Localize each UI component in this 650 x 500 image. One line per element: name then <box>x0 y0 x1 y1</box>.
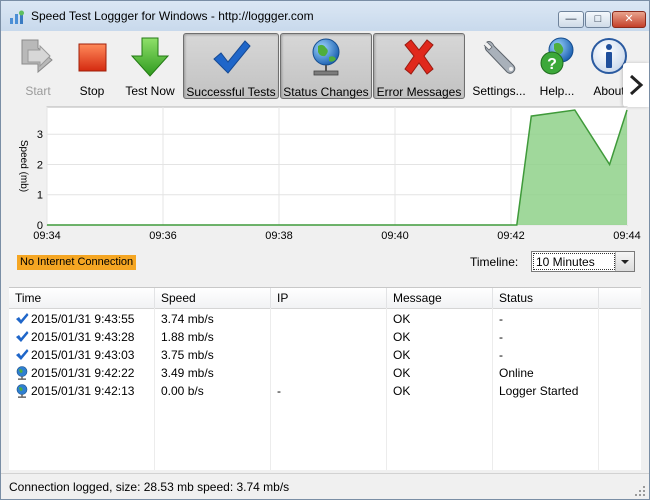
timeline-selected-value: 10 Minutes <box>533 253 615 270</box>
stop-button[interactable]: Stop <box>67 33 117 99</box>
wrench-icon <box>483 41 516 74</box>
check-icon <box>16 313 29 324</box>
successful-tests-label: Successful Tests <box>186 85 276 99</box>
status-bar: Connection logged, size: 28.53 mb speed:… <box>1 473 649 499</box>
cell-speed: 3.49 mb/s <box>161 366 214 380</box>
maximize-button[interactable]: □ <box>585 11 611 28</box>
test-now-label: Test Now <box>125 84 175 98</box>
cell-status: - <box>499 312 503 326</box>
dropdown-arrow[interactable] <box>615 252 634 271</box>
minimize-button[interactable]: — <box>558 11 584 28</box>
close-button[interactable]: ✕ <box>612 11 646 28</box>
start-arrows-icon <box>21 39 53 74</box>
globe-icon <box>16 366 28 380</box>
timeline-label: Timeline: <box>470 255 519 269</box>
successful-tests-toggle[interactable]: Successful Tests <box>183 33 279 99</box>
resize-grip-icon[interactable] <box>634 485 646 497</box>
help-button[interactable]: ? Help... <box>533 33 581 99</box>
x-tick-label: 09:42 <box>497 230 525 242</box>
log-list-header: Time Speed IP Message Status <box>9 288 641 309</box>
cell-status: - <box>499 348 503 362</box>
y-tick-label: 0 <box>37 220 43 232</box>
check-icon <box>16 349 29 360</box>
timeline-dropdown[interactable]: 10 Minutes <box>531 251 635 272</box>
table-row[interactable]: 2015/01/31 9:42:13 0.00 b/s - OK Logger Star… <box>9 382 641 400</box>
chevron-right-icon <box>629 74 644 96</box>
column-header-status[interactable]: Status <box>493 288 599 308</box>
chevron-down-icon <box>621 260 629 264</box>
globe-icon <box>16 384 28 398</box>
column-header-filler <box>599 288 641 308</box>
cell-time: 2015/01/31 9:43:03 <box>31 348 135 362</box>
cell-message: OK <box>393 330 411 344</box>
cell-time: 2015/01/31 9:42:13 <box>31 384 135 398</box>
toolbar-overflow-button[interactable] <box>623 63 649 107</box>
cell-speed: 3.74 mb/s <box>161 312 214 326</box>
cell-status: - <box>499 330 503 344</box>
help-globe-icon: ? <box>540 37 574 75</box>
app-window: Speed Test Loggger for Windows - http://… <box>0 0 650 500</box>
table-row[interactable]: 2015/01/31 9:43:03 3.75 mb/s OK - <box>9 346 641 364</box>
red-x-icon <box>404 39 434 75</box>
start-label: Start <box>25 84 51 98</box>
start-button[interactable]: Start <box>13 33 63 99</box>
toolbar: Start Stop Test Now Successful Tests Sta… <box>1 31 649 101</box>
cell-speed: 1.88 mb/s <box>161 330 214 344</box>
status-bar-text: Connection logged, size: 28.53 mb speed:… <box>9 480 290 494</box>
cell-ip: - <box>277 384 281 398</box>
cell-status: Logger Started <box>499 384 579 398</box>
error-messages-label: Error Messages <box>376 85 462 99</box>
cell-speed: 0.00 b/s <box>161 384 204 398</box>
y-tick-label: 2 <box>37 159 43 171</box>
stop-label: Stop <box>79 84 105 98</box>
down-arrow-icon <box>130 37 170 77</box>
settings-button[interactable]: Settings... <box>471 33 527 99</box>
table-row[interactable]: 2015/01/31 9:43:28 1.88 mb/s OK - <box>9 328 641 346</box>
table-row[interactable]: 2015/01/31 9:42:22 3.49 mb/s OK Online <box>9 364 641 382</box>
globe-network-icon <box>312 38 340 76</box>
column-header-time[interactable]: Time <box>9 288 155 308</box>
column-header-ip[interactable]: IP <box>271 288 387 308</box>
help-label: Help... <box>539 84 575 98</box>
column-header-message[interactable]: Message <box>387 288 493 308</box>
cell-time: 2015/01/31 9:43:28 <box>31 330 135 344</box>
x-tick-label: 09:36 <box>149 230 177 242</box>
x-tick-label: 09:38 <box>265 230 293 242</box>
cell-time: 2015/01/31 9:43:55 <box>31 312 135 326</box>
title-bar[interactable]: Speed Test Loggger for Windows - http://… <box>1 1 649 31</box>
settings-label: Settings... <box>472 84 526 98</box>
test-now-button[interactable]: Test Now <box>121 33 179 99</box>
cell-message: OK <box>393 366 411 380</box>
cell-time: 2015/01/31 9:42:22 <box>31 366 135 380</box>
window-title: Speed Test Loggger for Windows - http://… <box>31 9 314 23</box>
cell-status: Online <box>499 366 534 380</box>
status-changes-label: Status Changes <box>283 85 369 99</box>
stop-square-icon <box>78 43 107 72</box>
cell-message: OK <box>393 312 411 326</box>
y-tick-label: 1 <box>37 190 43 202</box>
cell-message: OK <box>393 348 411 362</box>
speed-chart: 09:34 09:36 09:38 09:40 09:42 09:440123Speed … <box>18 106 641 242</box>
checkmark-icon <box>213 40 251 74</box>
svg-text:?: ? <box>547 56 557 73</box>
cell-speed: 3.75 mb/s <box>161 348 214 362</box>
y-axis-label: Speed (mb) <box>18 140 29 192</box>
x-tick-label: 09:40 <box>381 230 409 242</box>
app-logo-icon <box>10 10 24 24</box>
cell-message: OK <box>393 384 411 398</box>
check-icon <box>16 331 29 342</box>
table-row[interactable]: 2015/01/31 9:43:55 3.74 mb/s OK - <box>9 310 641 328</box>
log-list[interactable]: Time Speed IP Message Status 2015/01/31 … <box>9 287 641 470</box>
column-header-speed[interactable]: Speed <box>155 288 271 308</box>
x-tick-label: 09:44 <box>613 230 641 242</box>
status-changes-toggle[interactable]: Status Changes <box>280 33 372 99</box>
connection-status-badge: No Internet Connection <box>17 255 137 270</box>
error-messages-toggle[interactable]: Error Messages <box>373 33 465 99</box>
y-tick-label: 3 <box>37 129 43 141</box>
